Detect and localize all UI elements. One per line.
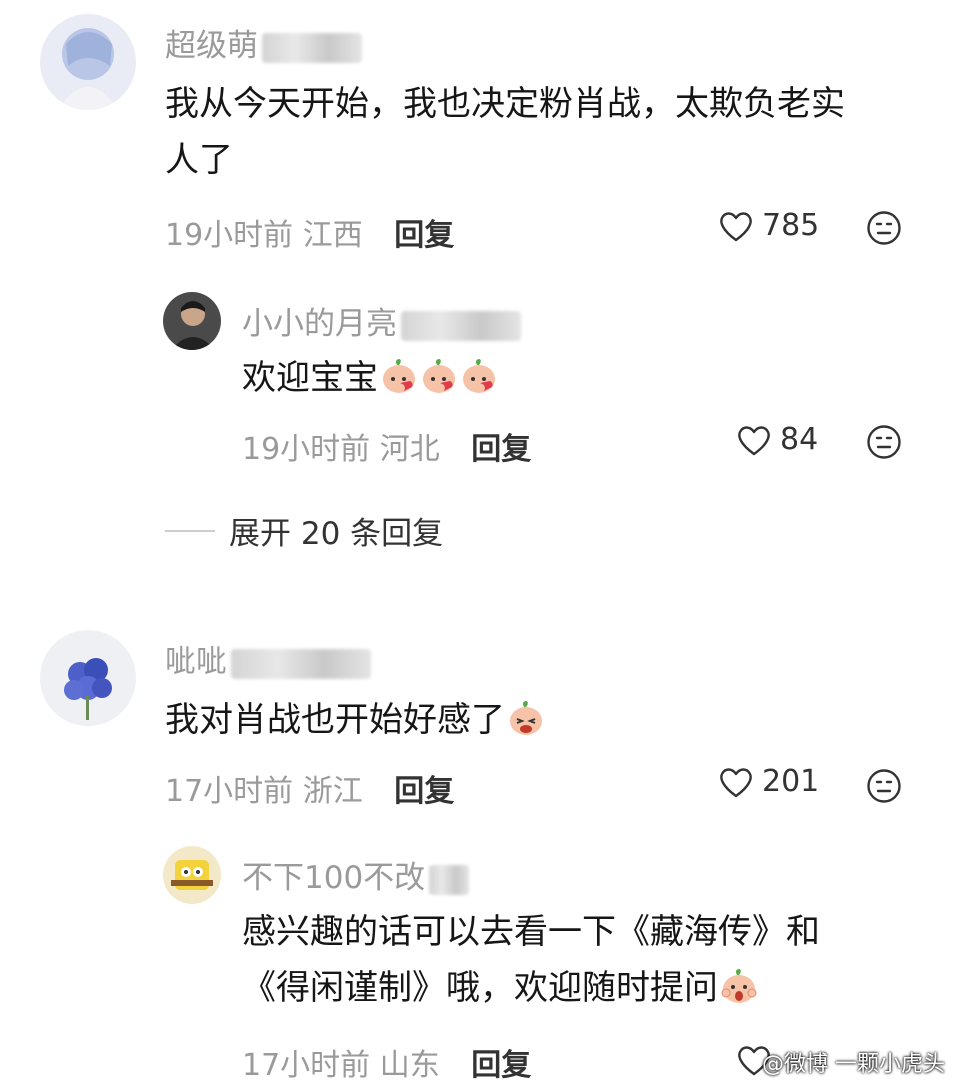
- like-button[interactable]: 84: [736, 422, 818, 457]
- like-count: 201: [762, 764, 820, 799]
- reply-button[interactable]: 回复: [394, 774, 454, 809]
- peach-emoji: [420, 356, 458, 412]
- comment-username[interactable]: 小小的月亮: [242, 298, 521, 343]
- avatar[interactable]: [163, 846, 221, 904]
- like-button[interactable]: 201: [718, 764, 819, 799]
- comment-username[interactable]: 不下100不改: [242, 852, 470, 897]
- comment-meta: 17小时前 山东 回复: [242, 1040, 531, 1084]
- expand-replies-button[interactable]: 展开 20 条回复: [165, 508, 443, 553]
- avatar[interactable]: [40, 14, 136, 110]
- peach-emoji: [507, 698, 545, 754]
- comment-text: 感兴趣的话可以去看一下《藏海传》和 《得闲谨制》哦，欢迎随时提问: [242, 904, 820, 1022]
- comment-text: 欢迎宝宝: [242, 350, 498, 412]
- comment-location: 浙江: [302, 774, 363, 809]
- comment-time: 19小时前: [165, 218, 294, 253]
- reply-button[interactable]: 回复: [471, 1048, 531, 1083]
- comment-text-line: 感兴趣的话可以去看一下《藏海传》和: [242, 912, 820, 952]
- comment-text-line: 人了: [165, 140, 233, 180]
- emoji-react-icon[interactable]: [866, 210, 902, 250]
- heart-icon: [720, 767, 752, 797]
- comment-text-line: 我从今天开始，我也决定粉肖战，太欺负老实: [165, 84, 845, 124]
- comment-text: 我从今天开始，我也决定粉肖战，太欺负老实 人了: [165, 76, 845, 188]
- like-count: 84: [780, 422, 819, 457]
- avatar[interactable]: [40, 630, 136, 726]
- reply-button[interactable]: 回复: [471, 432, 531, 467]
- comment-time: 17小时前: [242, 1048, 371, 1083]
- emoji-react-icon[interactable]: [866, 424, 902, 464]
- comment-meta: 19小时前 江西 回复: [165, 210, 454, 254]
- like-count: 785: [762, 208, 820, 243]
- expand-replies-label: 展开 20 条回复: [229, 516, 444, 552]
- peach-emoji: [720, 966, 758, 1022]
- comment-meta: 17小时前 浙江 回复: [165, 766, 454, 810]
- peach-emoji: [460, 356, 498, 412]
- emoji-react-icon[interactable]: [866, 768, 902, 808]
- comment-meta: 19小时前 河北 回复: [242, 424, 531, 468]
- heart-icon: [720, 211, 752, 241]
- comment-username[interactable]: 呲呲: [165, 636, 371, 681]
- comment-text-line: 《得闲谨制》哦，欢迎随时提问: [242, 960, 820, 1022]
- avatar[interactable]: [163, 292, 221, 350]
- reply-button[interactable]: 回复: [394, 218, 454, 253]
- comment-time: 17小时前: [165, 774, 294, 809]
- like-button[interactable]: 785: [718, 208, 819, 243]
- comment-username[interactable]: 超级萌: [165, 20, 362, 65]
- peach-emoji: [380, 356, 418, 412]
- divider: [165, 529, 215, 532]
- watermark: @微博 一颗小虎头: [762, 1052, 945, 1077]
- comment-location: 山东: [379, 1048, 440, 1083]
- comment-location: 江西: [302, 218, 363, 253]
- heart-icon: [738, 425, 770, 455]
- comment-text: 我对肖战也开始好感了: [165, 692, 545, 754]
- comment-time: 19小时前: [242, 432, 371, 467]
- comment-location: 河北: [379, 432, 440, 467]
